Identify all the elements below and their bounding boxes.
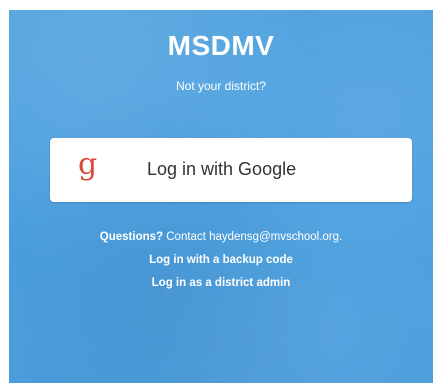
top-strip [0, 0, 442, 10]
google-icon: g [78, 147, 98, 182]
district-title: MSDMV [167, 30, 275, 61]
contact-text: Contact haydensg@mvschool.org. [166, 231, 343, 243]
google-login-label: Log in with Google [147, 159, 297, 179]
not-your-district-link[interactable]: Not your district? [9, 79, 433, 93]
questions-contact: Questions? Contact haydensg@mvschool.org… [9, 231, 433, 243]
district-admin-link[interactable]: Log in as a district admin [9, 277, 433, 289]
google-login-button[interactable]: g Log in with Google [50, 138, 412, 202]
questions-label: Questions? [99, 231, 164, 243]
backup-code-link[interactable]: Log in with a backup code [9, 254, 433, 266]
login-panel: MSDMV Not your district? g Log in with G… [9, 10, 433, 383]
